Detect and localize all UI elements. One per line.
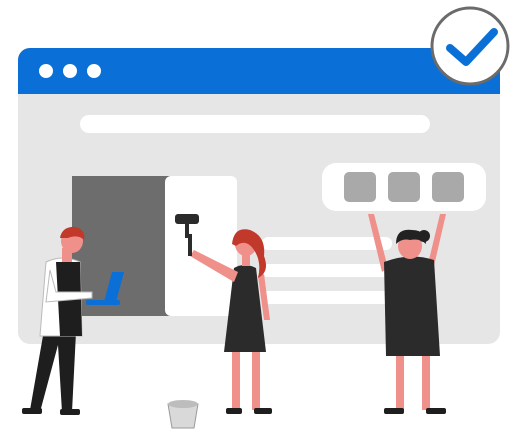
person-1-shoe-right xyxy=(60,409,80,415)
text-line-3 xyxy=(262,291,392,304)
illustration-stage xyxy=(0,0,525,432)
window-titlebar-bottom xyxy=(18,78,500,94)
check-badge xyxy=(430,6,510,86)
person-2-leg-right xyxy=(252,352,260,410)
bucket-rim xyxy=(168,400,198,408)
window-dot-2 xyxy=(63,64,77,78)
window-dot-1 xyxy=(39,64,53,78)
person-1-shoe-left xyxy=(22,408,42,414)
person-3-leg-left xyxy=(396,356,404,410)
paint-bucket-icon xyxy=(167,400,199,429)
website-build-illustration xyxy=(18,6,510,429)
roller-head xyxy=(175,214,199,224)
person-2-shoe-left xyxy=(226,408,242,414)
person-3-hair-bun xyxy=(418,230,430,242)
tile-3 xyxy=(432,172,464,202)
person-3-shoe-right xyxy=(426,408,446,414)
window-dot-3 xyxy=(87,64,101,78)
text-line-2 xyxy=(262,264,392,277)
badge-circle xyxy=(430,6,510,86)
address-bar xyxy=(80,115,430,133)
person-2-leg-left xyxy=(232,352,240,410)
text-line-1 xyxy=(262,237,392,250)
person-3-shoe-left xyxy=(384,408,404,414)
person-3-leg-right xyxy=(422,356,430,410)
white-card xyxy=(165,176,237,316)
laptop-base xyxy=(86,300,120,305)
window-controls xyxy=(39,64,101,78)
tile-2 xyxy=(388,172,420,202)
tile-1 xyxy=(344,172,376,202)
person-2-shoe-right xyxy=(254,408,272,414)
person-3-dress xyxy=(384,256,440,356)
